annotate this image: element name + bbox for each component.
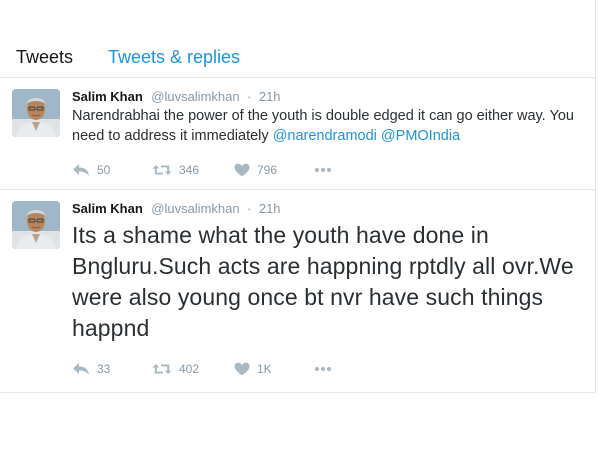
reply-button[interactable]: 50	[72, 162, 110, 178]
reply-count: 33	[97, 362, 111, 376]
more-button[interactable]	[314, 162, 332, 178]
mention-link[interactable]: @narendramodi	[273, 128, 377, 144]
more-icon	[314, 366, 332, 372]
like-button[interactable]: 796	[234, 162, 277, 178]
profile-tabs: Tweets Tweets & replies	[0, 0, 596, 78]
more-button[interactable]	[314, 361, 332, 377]
tweet-header: Salim Khan @luvsalimkhan · 21h	[72, 200, 281, 218]
profile-timeline: Tweets Tweets & replies Salim Khan @luvs…	[0, 0, 596, 393]
tweet[interactable]: Salim Khan @luvsalimkhan · 21h Narendrab…	[0, 78, 596, 190]
tab-tweets-replies[interactable]: Tweets & replies	[108, 46, 240, 68]
reply-count: 50	[97, 163, 111, 177]
author-handle[interactable]: @luvsalimkhan	[151, 201, 239, 216]
retweet-count: 402	[179, 362, 200, 376]
avatar-image	[12, 201, 60, 249]
tweet-header: Salim Khan @luvsalimkhan · 21h	[72, 88, 281, 106]
like-button[interactable]: 1K	[234, 361, 272, 377]
tweet[interactable]: Salim Khan @luvsalimkhan · 21h Its a sha…	[0, 190, 596, 393]
retweet-icon	[152, 364, 172, 374]
heart-icon	[234, 362, 250, 376]
retweet-button[interactable]: 402	[152, 361, 199, 377]
separator: ·	[247, 89, 252, 104]
like-count: 1K	[257, 362, 272, 376]
like-count: 796	[257, 163, 278, 177]
reply-icon	[73, 363, 89, 375]
author-handle[interactable]: @luvsalimkhan	[151, 89, 239, 104]
reply-button[interactable]: 33	[72, 361, 110, 377]
timestamp[interactable]: 21h	[259, 89, 281, 104]
author-name[interactable]: Salim Khan	[72, 89, 143, 104]
reply-icon	[73, 164, 89, 176]
mention-link[interactable]: @PMOIndia	[381, 128, 460, 144]
retweet-icon	[152, 165, 172, 175]
tweet-text: Narendrabhai the power of the youth is d…	[72, 106, 584, 146]
timestamp[interactable]: 21h	[259, 201, 281, 216]
more-icon	[314, 167, 332, 173]
author-name[interactable]: Salim Khan	[72, 201, 143, 216]
avatar[interactable]	[12, 89, 60, 137]
avatar[interactable]	[12, 201, 60, 249]
avatar-image	[12, 89, 60, 137]
retweet-button[interactable]: 346	[152, 162, 199, 178]
separator: ·	[247, 201, 252, 216]
tweet-text: Its a shame what the youth have done in …	[72, 222, 574, 341]
tab-tweets[interactable]: Tweets	[16, 46, 73, 68]
retweet-count: 346	[179, 163, 200, 177]
heart-icon	[234, 163, 250, 177]
